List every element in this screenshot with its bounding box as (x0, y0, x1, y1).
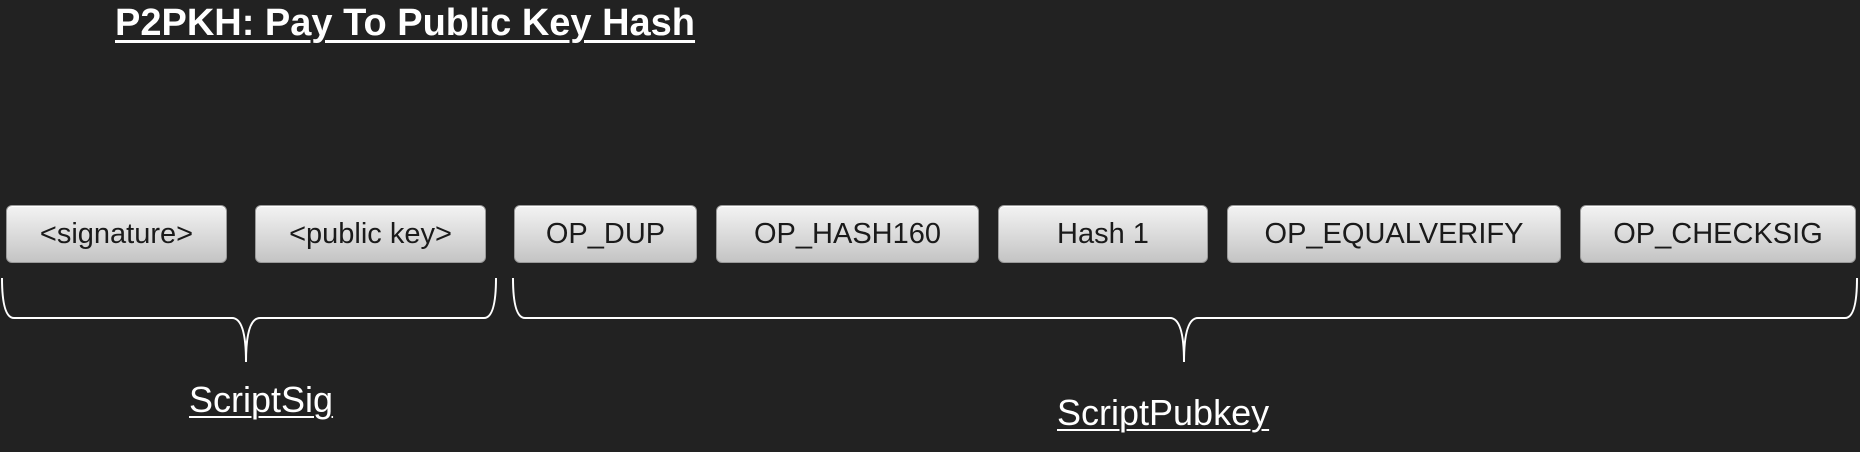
scriptsig-label: ScriptSig (189, 379, 334, 420)
scriptpubkey-brace (512, 277, 1858, 363)
scriptpubkey-label: ScriptPubkey (1057, 392, 1270, 433)
scriptsig-brace (1, 277, 497, 363)
